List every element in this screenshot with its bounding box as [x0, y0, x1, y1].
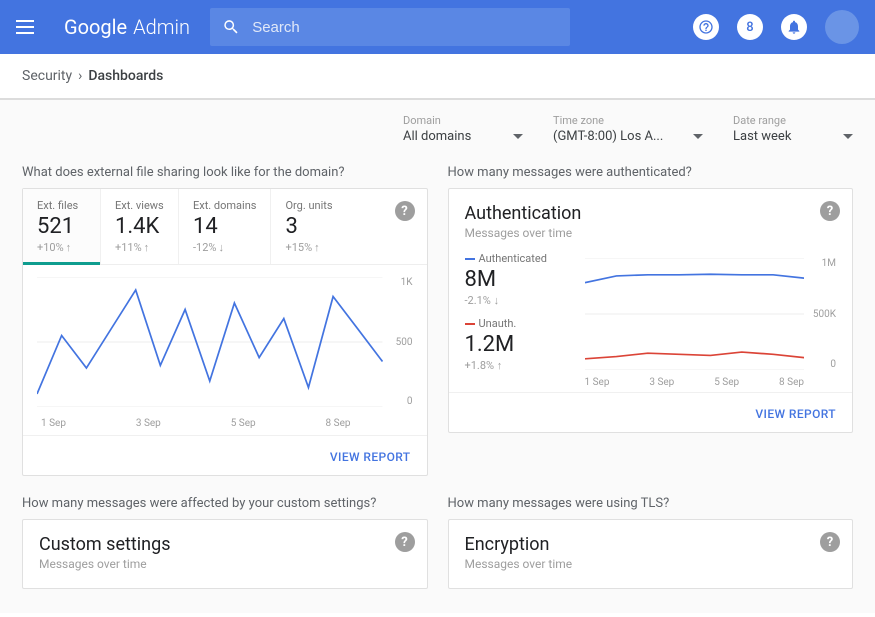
card-title: Custom settings — [39, 534, 411, 555]
filter-daterange-label: Date range — [733, 114, 853, 127]
filter-timezone-value: (GMT-8:00) Los A... — [553, 129, 663, 144]
breadcrumb: Security › Dashboards — [0, 54, 875, 100]
filter-timezone[interactable]: Time zone (GMT-8:00) Los A... — [553, 114, 703, 147]
filter-timezone-label: Time zone — [553, 114, 703, 127]
filter-daterange[interactable]: Date range Last week — [733, 114, 853, 147]
chart-authentication: 1M 500K 0 — [585, 252, 837, 392]
tab-ext-domains[interactable]: Ext. domains 14 -12% — [179, 189, 271, 264]
logo[interactable]: Google Admin — [64, 15, 190, 39]
card-custom-settings: ? Custom settings Messages over time — [22, 519, 428, 589]
stat-authenticated: Authenticated 8M -2.1% ↓ — [465, 252, 573, 307]
section-encryption: How many messages were using TLS? ? Encr… — [448, 496, 854, 589]
section-title: How many messages were affected by your … — [22, 496, 428, 511]
topbar-actions: 8 — [693, 10, 859, 44]
card-help-icon[interactable]: ? — [820, 532, 840, 552]
card-title: Authentication — [465, 203, 837, 224]
filter-domain-value: All domains — [403, 129, 471, 144]
chart-external-sharing: 1K 500 0 1 Sep 3 Sep — [23, 265, 427, 435]
tab-org-units[interactable]: Org. units 3 +15% — [271, 189, 349, 264]
section-external-sharing: What does external file sharing look lik… — [22, 165, 428, 476]
metric-tabs: Ext. files 521 +10% Ext. views 1.4K +11%… — [23, 189, 427, 265]
content-area: Domain All domains Time zone (GMT-8:00) … — [0, 100, 875, 613]
logo-google: Google — [64, 15, 127, 39]
search-icon — [222, 17, 240, 37]
topbar: Google Admin 8 — [0, 0, 875, 54]
search-input[interactable] — [252, 19, 558, 36]
account-icon[interactable]: 8 — [737, 14, 763, 40]
section-title: How many messages were authenticated? — [448, 165, 854, 180]
caret-down-icon — [843, 132, 853, 142]
menu-icon[interactable] — [16, 15, 40, 39]
stat-unauth: Unauth. 1.2M +1.8% ↑ — [465, 317, 573, 372]
card-help-icon[interactable]: ? — [395, 532, 415, 552]
chevron-right-icon: › — [78, 68, 82, 84]
notifications-icon[interactable] — [781, 14, 807, 40]
legend-swatch — [465, 323, 475, 325]
tab-ext-files[interactable]: Ext. files 521 +10% — [23, 189, 101, 264]
legend-swatch — [465, 258, 475, 260]
card-subtitle: Messages over time — [465, 226, 837, 240]
tab-ext-views[interactable]: Ext. views 1.4K +11% — [101, 189, 179, 264]
card-encryption: ? Encryption Messages over time — [448, 519, 854, 589]
card-authentication: ? Authentication Messages over time Auth… — [448, 188, 854, 433]
breadcrumb-current: Dashboards — [88, 68, 163, 84]
section-title: What does external file sharing look lik… — [22, 165, 428, 180]
filter-daterange-value: Last week — [733, 129, 791, 144]
caret-down-icon — [513, 132, 523, 142]
card-subtitle: Messages over time — [39, 557, 411, 571]
card-title: Encryption — [465, 534, 837, 555]
caret-down-icon — [693, 132, 703, 142]
breadcrumb-parent[interactable]: Security — [22, 68, 72, 84]
card-subtitle: Messages over time — [465, 557, 837, 571]
section-custom-settings: How many messages were affected by your … — [22, 496, 428, 589]
card-help-icon[interactable]: ? — [820, 201, 840, 221]
view-report-link[interactable]: VIEW REPORT — [330, 450, 411, 464]
avatar[interactable] — [825, 10, 859, 44]
view-report-link[interactable]: VIEW REPORT — [755, 407, 836, 421]
filter-domain-label: Domain — [403, 114, 523, 127]
filter-bar: Domain All domains Time zone (GMT-8:00) … — [22, 100, 853, 165]
search-box[interactable] — [210, 8, 570, 46]
card-external-sharing: ? Ext. files 521 +10% Ext. views 1.4K +1… — [22, 188, 428, 476]
filter-domain[interactable]: Domain All domains — [403, 114, 523, 147]
logo-admin: Admin — [133, 15, 190, 39]
card-help-icon[interactable]: ? — [395, 201, 415, 221]
section-title: How many messages were using TLS? — [448, 496, 854, 511]
help-icon[interactable] — [693, 14, 719, 40]
section-authentication: How many messages were authenticated? ? … — [448, 165, 854, 476]
